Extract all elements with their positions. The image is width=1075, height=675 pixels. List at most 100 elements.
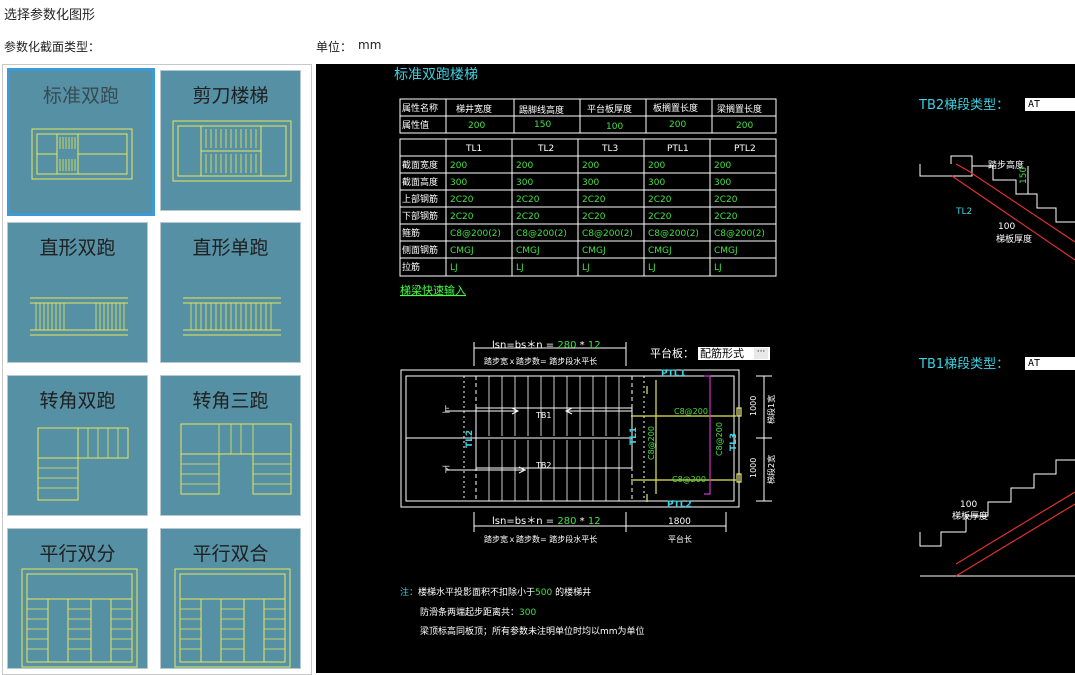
beam-cell: C8@200(2) xyxy=(450,229,501,239)
attr-header: 板搁置长度 xyxy=(653,102,698,114)
beam-cell: 2C20 xyxy=(714,212,738,222)
drawing-canvas: 标准双跑楼梯 属性名称 梯井宽度 踢脚线高度 平台板厚度 板搁置长度 梁搁置长度… xyxy=(316,64,1075,673)
beam-cell: CMGJ xyxy=(714,246,738,256)
attr-value: 200 xyxy=(736,121,753,131)
plan-bottom-note: 踏步宽ｘ踏步数= 踏步段水平长 xyxy=(484,534,597,544)
attr-value: 200 xyxy=(468,121,485,131)
rebar-label: C8@200 xyxy=(715,422,724,456)
beam-cell: 300 xyxy=(648,178,665,188)
beam-row-label: 截面高度 xyxy=(402,176,438,188)
platform-length-value: 1800 xyxy=(668,517,691,527)
beam-row-label: 下部钢筋 xyxy=(402,210,438,222)
corner-triple-run-icon xyxy=(180,423,292,495)
beam-row-label: 拉筋 xyxy=(402,261,420,273)
width2-label: 梯段2宽 xyxy=(766,455,776,484)
beam-cell: 2C20 xyxy=(450,195,474,205)
attr-value: 200 xyxy=(669,120,686,130)
tb2-type-select[interactable]: AT xyxy=(1025,98,1075,111)
beam-cell: LJ xyxy=(648,263,656,273)
tb1-type-select[interactable]: AT xyxy=(1025,357,1075,370)
beam-cell: 2C20 xyxy=(714,195,738,205)
tile-corner-double-run[interactable]: 转角双跑 xyxy=(7,375,148,516)
straight-single-run-icon xyxy=(183,297,281,336)
unit-label: 单位： xyxy=(316,40,353,54)
tb2-label: TB2 xyxy=(535,461,551,470)
beam-cell: 300 xyxy=(450,178,467,188)
rebar-label: C8@200 xyxy=(674,407,708,416)
beam-col-header: TL3 xyxy=(601,144,618,154)
attr-header: 梁搁置长度 xyxy=(717,103,762,115)
beam-row-label: 截面宽度 xyxy=(402,159,438,171)
tl1-label: TL1 xyxy=(629,427,639,445)
beam-cell: C8@200(2) xyxy=(516,229,567,239)
beam-cell: LJ xyxy=(714,263,722,273)
platform-label: 平台板： xyxy=(650,346,694,360)
beam-cell: 200 xyxy=(516,161,533,171)
platform-rebar-more-button[interactable]: ··· xyxy=(754,348,768,359)
attr-header: 属性名称 xyxy=(402,102,438,114)
shape-gallery: 标准双跑 剪刀楼梯 直形双跑 直形单跑 转角双跑 转角三跑 平行双分 平行双合 xyxy=(2,64,312,675)
platform-length-label: 平台长 xyxy=(668,534,692,544)
beam-col-header: PTL2 xyxy=(734,144,756,154)
note-line-2: 防滑条两端起步距离共：300 xyxy=(420,606,536,618)
parallel-merge-icon xyxy=(174,568,291,668)
beam-cell: C8@200(2) xyxy=(582,229,633,239)
beam-cell: CMGJ xyxy=(648,246,672,256)
tile-scissor-stair[interactable]: 剪刀楼梯 xyxy=(160,70,301,211)
tl2-label: TL2 xyxy=(465,430,475,448)
rebar-label: C8@200 xyxy=(647,426,656,460)
plan-top-note: 踏步宽ｘ踏步数= 踏步段水平长 xyxy=(484,356,597,366)
beam-cell: CMGJ xyxy=(450,246,474,256)
quick-input-link[interactable]: 梯梁快速输入 xyxy=(400,283,466,297)
rebar-label: C8@200 xyxy=(672,475,706,484)
beam-cell: 300 xyxy=(582,178,599,188)
section-type-label: 参数化截面类型： xyxy=(4,40,101,54)
beam-cell: 200 xyxy=(450,161,467,171)
attr-value: 150 xyxy=(534,120,551,130)
lower-slab-thickness-label: 梯板厚度 xyxy=(952,510,988,522)
width1-label: 梯段1宽 xyxy=(766,395,776,424)
beam-cell: 200 xyxy=(648,161,665,171)
plan-top-lsn: lsn=bs＊n = 280 * 12 xyxy=(492,340,601,351)
scissor-stair-icon xyxy=(172,120,292,182)
attr-header: 梯井宽度 xyxy=(456,103,492,115)
note-line-1: 注：楼梯水平投影面积不扣除小于500 的楼梯井 xyxy=(400,586,591,598)
beam-row-label: 上部钢筋 xyxy=(402,193,438,205)
tile-straight-single-run[interactable]: 直形单跑 xyxy=(160,222,301,363)
beam-row-label: 侧面钢筋 xyxy=(402,244,438,256)
stair-plan xyxy=(400,369,740,508)
window-title: 选择参数化图形 xyxy=(4,8,96,23)
beam-cell: C8@200(2) xyxy=(714,229,765,239)
width2-value: 1000 xyxy=(749,458,758,478)
beam-col-header: TL1 xyxy=(465,144,482,154)
beam-cell: 200 xyxy=(714,161,731,171)
beam-col-header: PTL1 xyxy=(667,144,689,154)
tile-straight-double-run[interactable]: 直形双跑 xyxy=(7,222,148,363)
tile-parallel-split[interactable]: 平行双分 xyxy=(7,528,148,669)
beam-cell: LJ xyxy=(582,263,590,273)
beam-cell: 2C20 xyxy=(516,195,540,205)
drawing-title: 标准双跑楼梯 xyxy=(394,67,478,83)
beam-row-label: 箍筋 xyxy=(402,227,420,239)
attr-row-label: 属性值 xyxy=(402,119,429,131)
tb1-label: TB1 xyxy=(535,411,551,420)
note-line-3: 梁顶标高同板顶；所有参数未注明单位时均以mm为单位 xyxy=(420,625,645,637)
upper-beam-label: TL2 xyxy=(955,207,972,217)
tile-corner-triple-run[interactable]: 转角三跑 xyxy=(160,375,301,516)
step-height-value: 150 xyxy=(1019,167,1029,184)
attr-header: 平台板厚度 xyxy=(587,103,632,115)
parallel-split-icon xyxy=(21,568,138,668)
beam-cell: 2C20 xyxy=(648,195,672,205)
corner-double-run-icon xyxy=(37,427,129,501)
beam-cell: LJ xyxy=(450,263,458,273)
beam-cell: 200 xyxy=(582,161,599,171)
attr-table: 属性名称 梯井宽度 踢脚线高度 平台板厚度 板搁置长度 梁搁置长度 属性值 20… xyxy=(399,98,777,134)
beam-cell: 2C20 xyxy=(582,212,606,222)
beam-cell: CMGJ xyxy=(516,246,540,256)
tile-parallel-merge[interactable]: 平行双合 xyxy=(160,528,301,669)
standard-double-run-icon xyxy=(31,128,133,180)
beam-cell: 2C20 xyxy=(648,212,672,222)
tile-standard-double-run[interactable]: 标准双跑 xyxy=(7,68,155,216)
upper-slab-thickness-value: 100 xyxy=(998,222,1015,232)
beam-cell: 2C20 xyxy=(450,212,474,222)
